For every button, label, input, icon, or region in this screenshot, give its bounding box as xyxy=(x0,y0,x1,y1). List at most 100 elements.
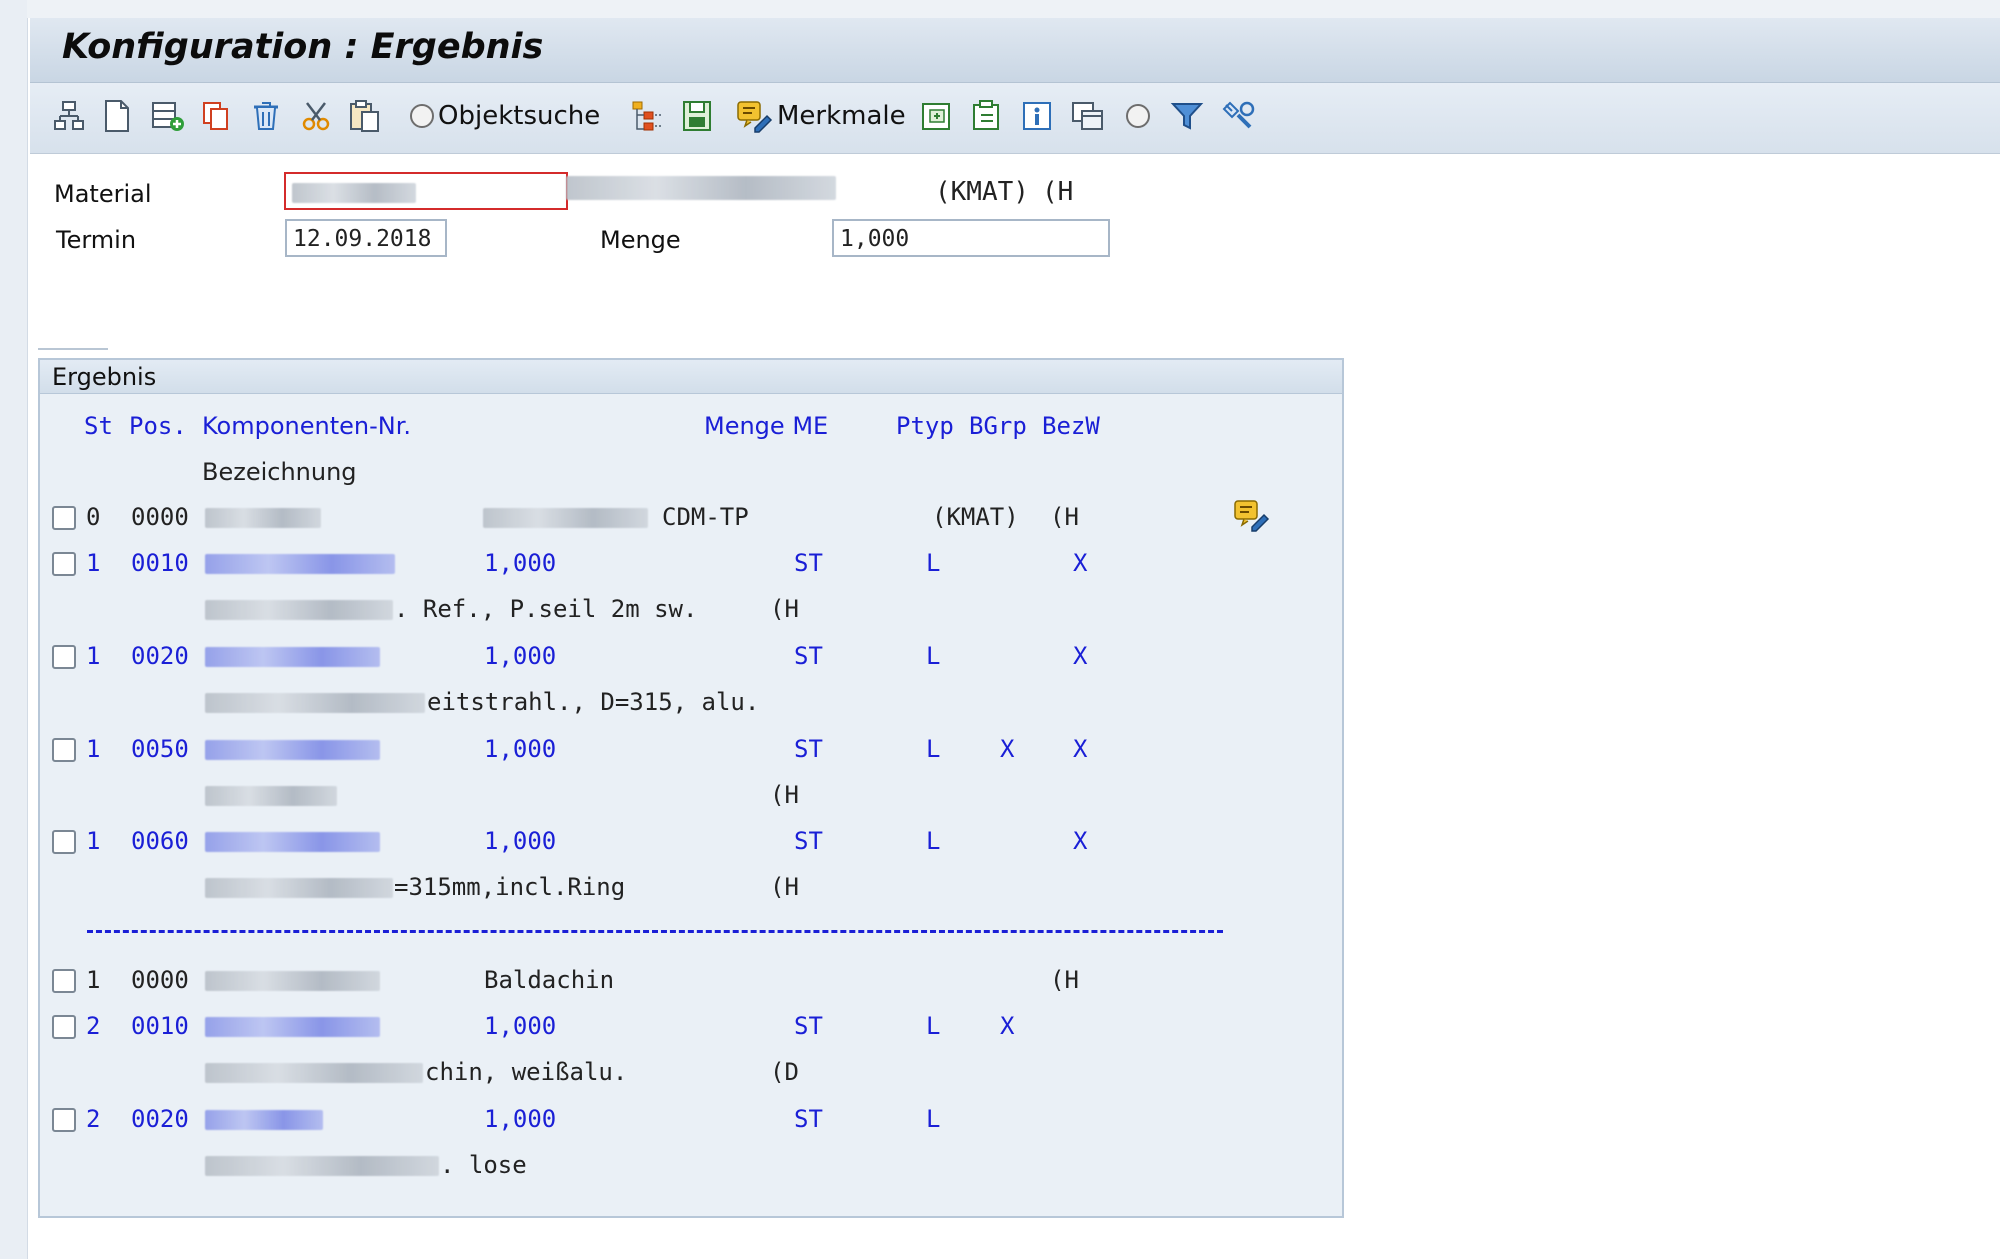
info-icon[interactable] xyxy=(1020,96,1054,136)
material-kmat: (KMAT) xyxy=(935,177,1029,207)
row-ptyp: L xyxy=(926,549,941,577)
row-komponente[interactable] xyxy=(205,553,395,574)
row-flag: (H xyxy=(1050,503,1079,531)
row-st: 2 xyxy=(86,1105,101,1133)
row-bgrp: X xyxy=(1000,1012,1015,1040)
application-toolbar: Objektsuche Merkmale xyxy=(30,83,2000,154)
trash-icon[interactable] xyxy=(250,96,282,136)
row-checkbox[interactable] xyxy=(52,506,76,530)
material-field[interactable] xyxy=(284,172,568,210)
row-komponente[interactable] xyxy=(205,831,380,852)
row-checkbox[interactable] xyxy=(52,1108,76,1132)
add-row-icon[interactable] xyxy=(150,96,186,136)
objektsuche-button[interactable]: Objektsuche xyxy=(410,96,600,136)
row-menge: 1,000 xyxy=(484,735,557,763)
tree-icon[interactable] xyxy=(630,96,666,136)
row-menge: 1,000 xyxy=(484,549,557,577)
row-checkbox[interactable] xyxy=(52,830,76,854)
row-bgrp: X xyxy=(1000,735,1015,763)
row-desc-blur xyxy=(205,877,393,898)
row-pos: 0020 xyxy=(131,1105,189,1133)
import-icon[interactable] xyxy=(920,96,956,136)
copy-window-icon[interactable] xyxy=(1070,96,1106,136)
row-flag: (H xyxy=(1050,966,1079,994)
material-flag: (H xyxy=(1042,177,1074,207)
row-menge: 1,000 xyxy=(484,827,557,855)
col-bezw: BezW xyxy=(1042,412,1100,440)
row-checkbox[interactable] xyxy=(52,738,76,762)
row-st: 1 xyxy=(86,642,101,670)
cut-icon[interactable] xyxy=(300,96,332,136)
settings-icon[interactable] xyxy=(1220,96,1258,136)
save-structure-icon[interactable] xyxy=(680,96,714,136)
row-desc-blur xyxy=(205,785,337,806)
col-pos: Pos. xyxy=(129,412,187,440)
row-checkbox[interactable] xyxy=(52,1015,76,1039)
col-komponenten: Komponenten-Nr. xyxy=(202,412,412,440)
col-bezeichnung: Bezeichnung xyxy=(202,458,357,486)
row-st: 1 xyxy=(86,549,101,577)
row-menge: 1,000 xyxy=(484,642,557,670)
radio-icon xyxy=(410,104,434,128)
row-me: ST xyxy=(794,1105,823,1133)
termin-field[interactable]: 12.09.2018 xyxy=(285,219,447,257)
row-checkbox[interactable] xyxy=(52,552,76,576)
row-desc: Baldachin xyxy=(484,966,615,994)
row-pos: 0050 xyxy=(131,735,189,763)
col-st: St xyxy=(84,412,113,440)
row-komponente xyxy=(205,507,321,528)
title-bar: Konfiguration : Ergebnis xyxy=(30,18,2000,83)
top-frame xyxy=(27,0,2000,18)
row-st: 0 xyxy=(86,503,101,531)
row-flag: (D xyxy=(770,1058,799,1086)
row-pos: 0010 xyxy=(131,1012,189,1040)
row-pos: 0000 xyxy=(131,503,189,531)
row-me: ST xyxy=(794,642,823,670)
row-komponente[interactable] xyxy=(205,1016,380,1037)
row-bezw: X xyxy=(1073,642,1088,670)
row-flag: (H xyxy=(770,873,799,901)
row-desc-blur xyxy=(205,692,425,713)
row-st: 1 xyxy=(86,827,101,855)
row-desc: . Ref., P.seil 2m sw. xyxy=(394,595,698,623)
edit-merkmale-icon xyxy=(737,101,773,133)
row-kmat: (KMAT) xyxy=(932,503,1019,531)
row-desc: eitstrahl., D=315, alu. xyxy=(427,688,760,716)
row-desc-blur xyxy=(205,599,393,620)
row-st: 1 xyxy=(86,735,101,763)
hierarchy-icon[interactable] xyxy=(52,96,86,136)
row-me: ST xyxy=(794,735,823,763)
copy-icon[interactable] xyxy=(200,96,232,136)
material-label: Material xyxy=(54,180,152,208)
row-komponente[interactable] xyxy=(205,1109,323,1130)
paste-icon[interactable] xyxy=(348,96,382,136)
edit-merkmale-icon[interactable] xyxy=(1232,497,1270,537)
ergebnis-title: Ergebnis xyxy=(40,360,1342,394)
row-checkbox[interactable] xyxy=(52,645,76,669)
merkmale-button[interactable]: Merkmale xyxy=(735,96,906,136)
row-komponente[interactable] xyxy=(205,646,380,667)
row-checkbox[interactable] xyxy=(52,969,76,993)
row-flag: (H xyxy=(770,781,799,809)
row-komponente xyxy=(205,970,380,991)
row-ptyp: L xyxy=(926,735,941,763)
row-me: ST xyxy=(794,549,823,577)
export-icon[interactable] xyxy=(970,96,1006,136)
material-description xyxy=(566,176,836,200)
menge-field[interactable]: 1,000 xyxy=(832,219,1110,257)
filter-icon[interactable] xyxy=(1170,96,1204,136)
tab-divider xyxy=(38,348,108,353)
row-menge: 1,000 xyxy=(484,1012,557,1040)
row-komponente[interactable] xyxy=(205,739,380,760)
row-bezw: X xyxy=(1073,549,1088,577)
radio-icon[interactable] xyxy=(1126,96,1150,136)
row-desc: . lose xyxy=(440,1151,527,1179)
row-pos: 0060 xyxy=(131,827,189,855)
row-me: ST xyxy=(794,1012,823,1040)
row-pos: 0020 xyxy=(131,642,189,670)
row-st: 1 xyxy=(86,966,101,994)
col-ptyp: Ptyp xyxy=(896,412,954,440)
row-flag: (H xyxy=(770,595,799,623)
row-desc-blur xyxy=(205,1062,423,1083)
new-document-icon[interactable] xyxy=(102,96,132,136)
